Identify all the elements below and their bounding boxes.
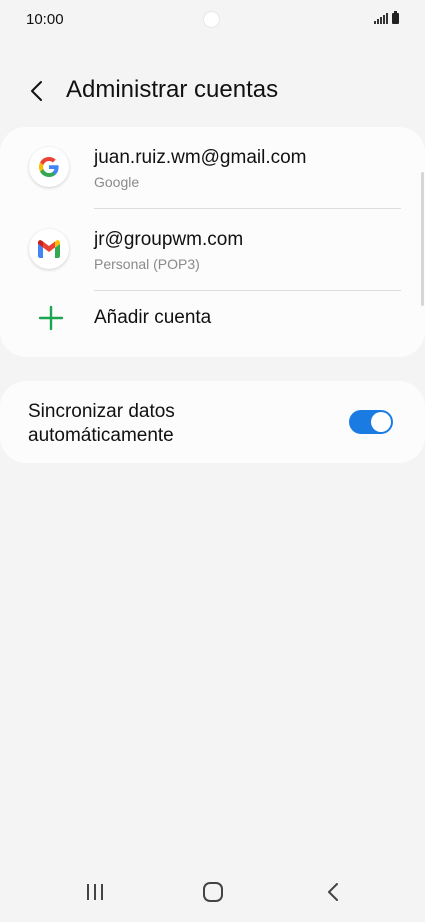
account-email: jr@groupwm.com	[94, 229, 244, 250]
scrollbar[interactable]	[421, 172, 424, 306]
account-row-pop3[interactable]: jr@groupwm.com Personal (POP3)	[0, 209, 425, 291]
recents-icon	[87, 884, 103, 900]
add-account-label: Añadir cuenta	[94, 307, 212, 328]
account-type: Google	[94, 174, 140, 190]
back-button[interactable]	[20, 74, 54, 108]
chevron-left-icon	[31, 81, 42, 101]
gmail-icon	[29, 229, 69, 269]
home-button[interactable]	[193, 872, 233, 912]
account-row-google[interactable]: juan.ruiz.wm@gmail.com Google	[0, 127, 425, 209]
back-icon	[328, 883, 338, 901]
add-account-button[interactable]: Añadir cuenta	[0, 291, 425, 357]
signal-icon	[374, 13, 388, 24]
sync-label: Sincronizar datos automáticamente	[28, 401, 175, 446]
sync-toggle[interactable]	[349, 410, 393, 434]
home-icon	[203, 882, 223, 902]
recents-button[interactable]	[75, 872, 115, 912]
nav-back-button[interactable]	[313, 872, 353, 912]
page-title: Administrar cuentas	[66, 76, 279, 103]
account-type: Personal (POP3)	[94, 256, 200, 272]
google-icon	[29, 147, 69, 187]
plus-icon	[38, 305, 64, 331]
toggle-knob	[371, 412, 391, 432]
navigation-bar	[0, 860, 425, 922]
account-email: juan.ruiz.wm@gmail.com	[94, 147, 307, 168]
camera-cutout	[204, 12, 219, 27]
battery-icon	[392, 11, 399, 24]
status-bar: 10:00	[0, 0, 425, 40]
status-icons	[374, 11, 399, 24]
accounts-card: juan.ruiz.wm@gmail.com Google jr@groupwm…	[0, 127, 425, 357]
sync-card[interactable]: Sincronizar datos automáticamente	[0, 381, 425, 463]
status-time: 10:00	[26, 11, 64, 28]
header: Administrar cuentas	[0, 64, 425, 116]
